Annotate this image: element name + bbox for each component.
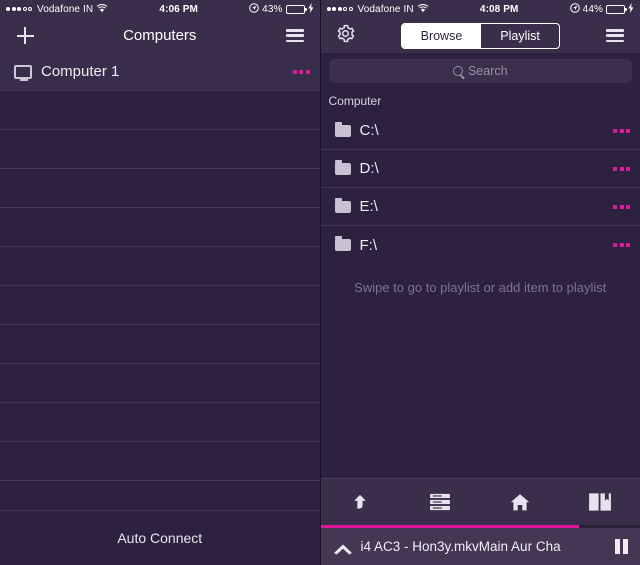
tab-go-up[interactable] — [321, 479, 401, 525]
wifi-icon — [417, 3, 429, 16]
empty-list-row — [0, 247, 320, 286]
menu-button-left[interactable] — [280, 21, 310, 51]
segment-playlist[interactable]: Playlist — [481, 24, 559, 48]
tab-playlist[interactable] — [400, 479, 480, 525]
drive-list-item[interactable]: F:\ — [321, 226, 640, 264]
hamburger-menu-icon — [285, 29, 304, 42]
drive-name: F:\ — [359, 236, 378, 254]
chevron-up-icon[interactable] — [333, 542, 352, 554]
page-title: Computers — [123, 27, 197, 44]
carrier-name: Vodafone IN — [37, 3, 94, 15]
search-container: Search — [320, 53, 640, 89]
pause-icon[interactable] — [615, 539, 628, 554]
search-input[interactable]: Search — [328, 59, 632, 83]
empty-list-row — [0, 169, 320, 208]
auto-connect-button[interactable]: Auto Connect — [0, 510, 320, 565]
empty-list-row — [0, 286, 320, 325]
empty-list-row — [0, 208, 320, 247]
ellipsis-icon[interactable] — [613, 128, 630, 133]
hamburger-menu-icon — [606, 29, 624, 42]
ellipsis-icon[interactable] — [292, 69, 310, 74]
empty-list-row — [0, 91, 320, 130]
wifi-icon — [96, 3, 108, 16]
up-arrow-icon — [350, 492, 370, 512]
drive-list-item[interactable]: E:\ — [320, 188, 640, 226]
status-bar-left: Vodafone IN 4:06 PM 43% — [0, 0, 320, 18]
bottom-tab-bar — [320, 478, 640, 525]
menu-button-right[interactable] — [600, 21, 630, 51]
settings-button[interactable] — [331, 21, 361, 51]
empty-list-row — [0, 130, 320, 169]
gear-icon — [335, 23, 356, 49]
auto-connect-label: Auto Connect — [117, 530, 203, 546]
right-phone-screen: Vodafone IN 4:08 PM 44% Browse Playlist … — [319, 0, 640, 565]
left-phone-screen: Vodafone IN 4:06 PM 43% Computers Comput… — [0, 0, 320, 565]
add-computer-button[interactable] — [10, 21, 40, 51]
empty-list-row — [0, 442, 320, 481]
location-arrow-icon — [249, 2, 259, 16]
status-bar-carrier-group: Vodafone IN — [326, 3, 429, 16]
computers-list[interactable]: Computer 1 — [0, 53, 320, 510]
folder-icon — [334, 121, 351, 137]
status-bar-carrier-group: Vodafone IN — [6, 3, 108, 16]
status-bar-time: 4:06 PM — [159, 3, 198, 15]
segment-browse[interactable]: Browse — [401, 23, 482, 48]
signal-strength-dots — [6, 7, 32, 11]
playback-progress-bar[interactable] — [320, 525, 640, 528]
location-arrow-icon — [569, 2, 580, 16]
navbar-right: Browse Playlist — [320, 18, 640, 53]
search-icon — [452, 66, 463, 76]
book-bookmark-icon — [588, 492, 612, 512]
tab-home[interactable] — [480, 479, 560, 525]
battery-icon — [606, 4, 627, 14]
now-playing-title: i4 AC3 - Hon3y.mkvMain Aur Cha — [360, 539, 561, 554]
list-icon — [429, 493, 451, 511]
drive-name: D:\ — [359, 160, 379, 177]
monitor-icon — [14, 64, 32, 81]
computer-list-item[interactable]: Computer 1 — [0, 53, 320, 91]
status-bar-battery-group: 43% — [249, 2, 314, 16]
lightning-bolt-icon — [307, 2, 314, 16]
navbar-left: Computers — [0, 18, 320, 53]
drives-list[interactable]: C:\ D:\ E:\ F:\ Swipe to go to playlist … — [320, 112, 640, 478]
plus-icon — [16, 27, 34, 44]
status-bar-battery-group: 44% — [569, 2, 634, 16]
home-icon — [509, 492, 531, 513]
carrier-name: Vodafone IN — [357, 3, 414, 15]
swipe-hint-text: Swipe to go to playlist or add item to p… — [354, 280, 607, 295]
tab-library[interactable] — [560, 479, 640, 525]
browse-playlist-segmented-control[interactable]: Browse Playlist — [400, 22, 560, 49]
search-placeholder: Search — [467, 64, 508, 78]
drive-list-item[interactable]: C:\ — [320, 112, 640, 150]
section-header-computer: Computer — [328, 94, 382, 108]
drive-list-item[interactable]: D:\ — [320, 150, 640, 188]
now-playing-bar[interactable]: i4 AC3 - Hon3y.mkvMain Aur Cha — [320, 528, 640, 565]
drive-name: E:\ — [359, 198, 378, 215]
dual-screenshot-comparison: Vodafone IN 4:06 PM 43% Computers Comput… — [0, 0, 640, 565]
empty-list-row — [0, 481, 320, 510]
folder-icon — [334, 159, 351, 175]
signal-strength-dots — [326, 7, 353, 11]
lightning-bolt-icon — [628, 2, 634, 16]
empty-list-row — [0, 364, 320, 403]
ellipsis-icon[interactable] — [613, 166, 630, 171]
drive-name: C:\ — [359, 122, 379, 139]
folder-icon — [334, 236, 351, 251]
empty-list-row — [0, 325, 320, 364]
battery-percent-label: 44% — [582, 3, 603, 15]
ellipsis-icon[interactable] — [613, 204, 630, 209]
playback-progress-fill — [320, 525, 580, 528]
battery-percent-label: 43% — [262, 3, 283, 15]
status-bar-right: Vodafone IN 4:08 PM 44% — [320, 0, 640, 18]
folder-icon — [334, 197, 351, 213]
status-bar-time: 4:08 PM — [479, 3, 519, 15]
ellipsis-icon[interactable] — [613, 243, 630, 247]
computer-name: Computer 1 — [41, 63, 120, 80]
empty-list-row — [0, 403, 320, 442]
battery-icon — [285, 4, 307, 14]
